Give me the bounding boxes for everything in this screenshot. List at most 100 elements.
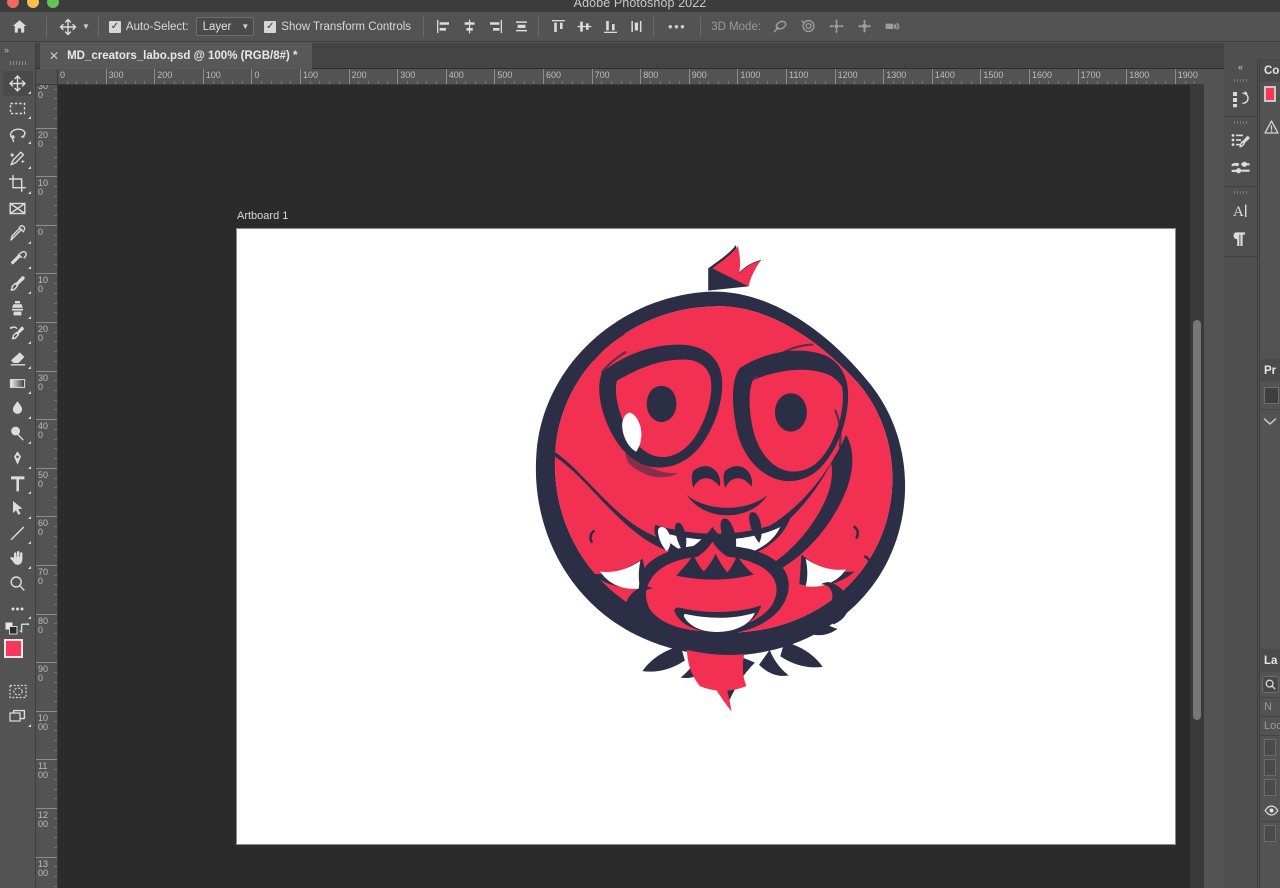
tool-edit-toolbar[interactable] xyxy=(3,596,33,621)
more-align-options-button[interactable]: ••• xyxy=(662,19,692,34)
tool-eraser[interactable] xyxy=(3,346,33,371)
chevron-down-icon[interactable]: ▼ xyxy=(82,22,90,31)
ruler-tick xyxy=(36,419,57,421)
horizontal-ruler[interactable]: 0 300 200 100 0 100 200 300 400 500 600 700 800 900 10… xyxy=(58,69,1204,85)
ruler-minor-tick xyxy=(474,81,476,84)
quick-mask-toggle[interactable] xyxy=(3,679,33,704)
align-right-edges-icon[interactable] xyxy=(484,16,506,38)
distribute-horizontal-icon[interactable] xyxy=(510,16,532,38)
brush-settings-panel-icon[interactable] xyxy=(1224,127,1257,155)
default-colors-icon[interactable] xyxy=(5,622,18,635)
ruler-tick xyxy=(931,69,933,84)
show-transform-controls-checkbox[interactable]: ✓ xyxy=(264,20,277,33)
properties-panel[interactable]: Pr xyxy=(1259,359,1280,649)
ruler-minor-tick xyxy=(941,81,943,84)
ruler-label: 0 xyxy=(254,70,260,80)
tool-line[interactable] xyxy=(3,521,33,546)
tool-frame[interactable] xyxy=(3,196,33,221)
ruler-minor-tick xyxy=(756,81,758,84)
camera-3d-icon[interactable] xyxy=(881,16,904,38)
vertical-ruler[interactable]: 300 200 100 0 100 200 300 400 500 600 700 800 900 100… xyxy=(36,85,58,888)
panel-grip-icon[interactable] xyxy=(1224,75,1257,85)
layer-search-input[interactable] xyxy=(1262,676,1279,693)
tool-zoom[interactable] xyxy=(3,571,33,596)
ruler-minor-tick xyxy=(54,487,57,489)
ruler-origin-corner[interactable] xyxy=(36,69,58,85)
tool-hand[interactable] xyxy=(3,546,33,571)
color-panel[interactable]: Co xyxy=(1259,59,1280,359)
tool-brush[interactable] xyxy=(3,271,33,296)
tool-path-selection[interactable] xyxy=(3,496,33,521)
auto-select-group: ✓ Auto-Select: xyxy=(108,20,189,33)
home-button[interactable] xyxy=(0,18,38,35)
align-vertical-centers-icon[interactable] xyxy=(573,16,595,38)
double-chevron-right-icon[interactable]: » xyxy=(0,43,35,57)
auto-select-scope-dropdown[interactable]: Layer ▼ xyxy=(195,17,255,36)
panel-grip-icon[interactable] xyxy=(1224,117,1257,127)
artboard-label[interactable]: Artboard 1 xyxy=(237,210,288,222)
distribute-vertical-icon[interactable] xyxy=(625,16,647,38)
layer-row[interactable] xyxy=(1264,739,1276,756)
screen-mode-toggle[interactable] xyxy=(3,704,33,729)
close-icon[interactable]: ✕ xyxy=(49,49,59,63)
layer-row[interactable] xyxy=(1264,825,1276,842)
tool-move[interactable] xyxy=(2,71,33,96)
ruler-minor-tick xyxy=(1097,81,1099,84)
orbit-3d-icon[interactable] xyxy=(769,16,792,38)
ruler-minor-tick xyxy=(698,81,700,84)
layer-row[interactable] xyxy=(1264,759,1276,776)
scrollbar-thumb[interactable] xyxy=(1193,320,1201,720)
document-tab[interactable]: ✕ MD_creators_labo.psd @ 100% (RGB/8#) * xyxy=(40,43,312,69)
tool-preset-picker[interactable]: ▼ xyxy=(55,16,90,38)
properties-panel-title[interactable]: Pr xyxy=(1260,359,1280,382)
tool-lasso[interactable] xyxy=(3,121,33,146)
panel-grip-icon[interactable] xyxy=(0,57,35,69)
layer-row[interactable] xyxy=(1264,779,1276,796)
blend-mode-value[interactable]: N xyxy=(1260,698,1280,716)
roll-3d-icon[interactable] xyxy=(797,16,820,38)
double-chevron-left-icon[interactable]: « xyxy=(1224,59,1257,75)
ruler-tick xyxy=(202,69,204,84)
properties-field[interactable] xyxy=(1264,387,1279,404)
auto-select-checkbox[interactable]: ✓ xyxy=(108,20,121,33)
tool-eyedropper[interactable] xyxy=(3,221,33,246)
ruler-minor-tick xyxy=(368,81,370,84)
align-top-edges-icon[interactable] xyxy=(547,16,569,38)
swap-colors-icon[interactable] xyxy=(18,622,31,634)
canvas-vertical-scrollbar[interactable] xyxy=(1190,85,1204,888)
tool-dodge[interactable] xyxy=(3,421,33,446)
tool-crop[interactable] xyxy=(3,171,33,196)
chevron-down-icon[interactable] xyxy=(1260,410,1280,432)
ruler-minor-tick xyxy=(329,81,331,84)
tool-history-brush[interactable] xyxy=(3,321,33,346)
artboard-canvas[interactable] xyxy=(237,229,1175,844)
eye-icon[interactable] xyxy=(1260,799,1280,821)
canvas-area[interactable]: Artboard 1 xyxy=(58,85,1204,888)
tool-clone-stamp[interactable] xyxy=(3,296,33,321)
align-bottom-edges-icon[interactable] xyxy=(599,16,621,38)
slide-3d-icon[interactable] xyxy=(853,16,876,38)
tool-spot-healing-brush[interactable] xyxy=(3,246,33,271)
tool-gradient[interactable] xyxy=(3,371,33,396)
ruler-label: 100 xyxy=(38,178,49,198)
panel-grip-icon[interactable] xyxy=(1224,187,1257,197)
tool-blur[interactable] xyxy=(3,396,33,421)
layers-panel-title[interactable]: La xyxy=(1260,649,1280,672)
tool-horizontal-type[interactable] xyxy=(3,471,33,496)
brushes-panel-icon[interactable] xyxy=(1224,155,1257,183)
color-panel-swatch[interactable] xyxy=(1264,86,1276,102)
foreground-color-swatch[interactable] xyxy=(3,639,23,658)
tool-object-selection[interactable] xyxy=(3,146,33,171)
out-of-gamut-warning-icon[interactable] xyxy=(1264,120,1279,134)
pan-3d-icon[interactable] xyxy=(825,16,848,38)
character-panel-icon[interactable]: A xyxy=(1224,197,1257,225)
layers-panel[interactable]: La N Loc xyxy=(1259,649,1280,888)
ruler-minor-tick xyxy=(54,205,57,207)
tool-pen[interactable] xyxy=(3,446,33,471)
align-horizontal-centers-icon[interactable] xyxy=(458,16,480,38)
tool-rectangular-marquee[interactable] xyxy=(3,96,33,121)
paragraph-panel-icon[interactable] xyxy=(1224,225,1257,253)
color-panel-title[interactable]: Co xyxy=(1260,59,1280,82)
history-panel-icon[interactable] xyxy=(1224,85,1257,113)
align-left-edges-icon[interactable] xyxy=(432,16,454,38)
